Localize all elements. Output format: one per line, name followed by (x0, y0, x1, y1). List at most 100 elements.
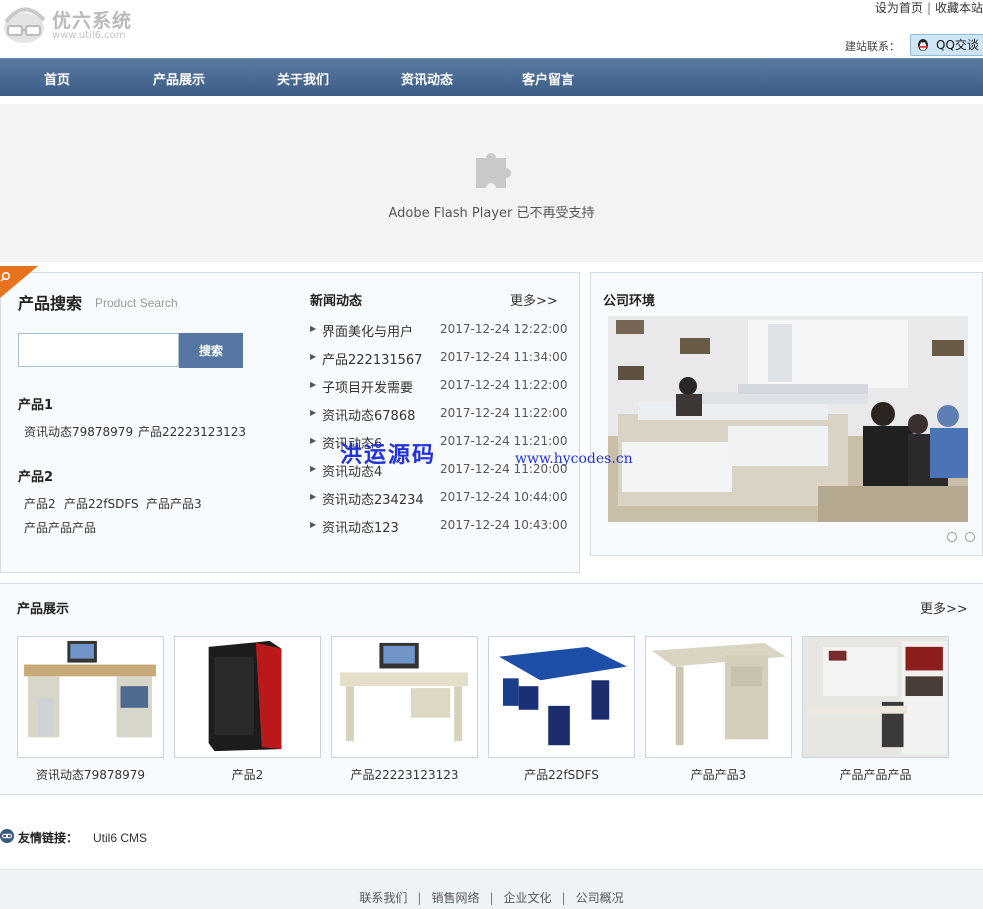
news-item[interactable]: ▶ 资讯动态67868 2017-12-24 11:22:00 (310, 405, 570, 425)
office-photo[interactable] (608, 316, 968, 522)
top-links-separator: | (926, 1, 931, 15)
category-title-2[interactable]: 产品2 (18, 466, 53, 485)
product-search-title: 产品搜索 (18, 294, 83, 313)
footer-contact-link[interactable]: 联系我们 (359, 891, 407, 905)
set-home-link[interactable]: 设为首页 (875, 1, 923, 15)
logo-mascot-icon (4, 7, 46, 43)
product-search-subtitle: Product Search (95, 296, 178, 310)
bullet-arrow-icon: ▶ (310, 520, 317, 529)
flash-unsupported-message: Adobe Flash Player 已不再受支持 (388, 206, 595, 221)
news-item-title[interactable]: 资讯动态234234 (322, 489, 424, 508)
top-links: 设为首页 | 收藏本站 (875, 0, 983, 16)
qq-chat-button[interactable]: QQ交谈 (910, 34, 983, 56)
plugin-icon (476, 153, 511, 188)
watermark-url: www.hycodes.cn (515, 451, 633, 467)
news-item-date: 2017-12-24 12:22:00 (440, 322, 568, 336)
bullet-arrow-icon: ▶ (310, 464, 317, 473)
nav-news[interactable]: 资讯动态 (401, 69, 453, 88)
news-item-title[interactable]: 资讯动态67868 (322, 405, 415, 424)
site-logo[interactable]: 优六系统 www.util6.com (0, 2, 140, 46)
qq-penguin-icon (918, 39, 928, 51)
news-item[interactable]: ▶ 界面美化与用户 2017-12-24 12:22:00 (310, 321, 570, 341)
category-link[interactable]: 产品2 (24, 495, 56, 512)
news-item[interactable]: ▶ 资讯动态123 2017-12-24 10:43:00 (310, 517, 570, 537)
footer-culture-link[interactable]: 企业文化 (504, 891, 552, 905)
products-title: 产品展示 (17, 602, 70, 617)
category-link[interactable]: 产品产品3 (146, 495, 202, 512)
nav-products[interactable]: 产品展示 (153, 69, 205, 88)
news-item-date: 2017-12-24 11:22:00 (440, 378, 568, 392)
flash-banner: Adobe Flash Player 已不再受支持 (0, 104, 983, 262)
category-link[interactable]: 资讯动态79878979 (24, 423, 133, 440)
search-input[interactable] (18, 333, 179, 367)
news-item-date: 2017-12-24 11:22:00 (440, 406, 568, 420)
product-image[interactable] (488, 636, 635, 758)
product-name[interactable]: 产品22223123123 (331, 766, 478, 783)
product-name[interactable]: 产品2 (174, 766, 321, 783)
footer-separator: | (561, 891, 566, 905)
products-more-link[interactable]: 更多>> (920, 598, 968, 617)
office-desk-image (340, 642, 468, 742)
bullet-arrow-icon: ▶ (310, 492, 317, 501)
footer-separator: | (489, 891, 494, 905)
bullet-arrow-icon: ▶ (310, 380, 317, 389)
news-item-date: 2017-12-24 10:43:00 (440, 518, 568, 532)
pc-case-image (208, 640, 282, 752)
news-item-title[interactable]: 产品222131567 (322, 349, 422, 368)
environment-title: 公司环境 (603, 294, 656, 309)
product-name[interactable]: 产品产品产品 (802, 766, 949, 783)
news-more-link[interactable]: 更多>> (510, 290, 558, 309)
news-item[interactable]: ▶ 资讯动态234234 2017-12-24 10:44:00 (310, 489, 570, 509)
news-item-title[interactable]: 资讯动态123 (322, 517, 399, 536)
footer-sales-link[interactable]: 销售网络 (431, 891, 479, 905)
contact-label: 建站联系： (845, 40, 900, 53)
news-title: 新闻动态 (310, 294, 363, 309)
category-link[interactable]: 产品22223123123 (138, 423, 246, 440)
category-link[interactable]: 产品产品产品 (24, 519, 96, 536)
category-title-1[interactable]: 产品1 (18, 394, 53, 413)
logo-url: www.util6.com (52, 30, 126, 41)
product-name[interactable]: 资讯动态79878979 (17, 766, 164, 783)
news-item[interactable]: ▶ 产品222131567 2017-12-24 11:34:00 (310, 349, 570, 369)
bookshelf-desk-image (803, 637, 948, 757)
slider-dot[interactable] (965, 532, 975, 542)
computer-desk-image (24, 640, 156, 738)
link-chain-icon (0, 829, 14, 843)
search-button[interactable]: 搜索 (179, 333, 243, 368)
news-item-title[interactable]: 界面美化与用户 (322, 321, 413, 340)
news-item-title[interactable]: 子项目开发需要 (322, 377, 413, 396)
bullet-arrow-icon: ▶ (310, 324, 317, 333)
friend-links-label: 友情链接： (18, 831, 79, 845)
steel-desk-image (652, 642, 786, 746)
product-name[interactable]: 产品产品3 (645, 766, 792, 783)
news-item-date: 2017-12-24 10:44:00 (440, 490, 568, 504)
news-item-date: 2017-12-24 11:21:00 (440, 434, 568, 448)
product-image[interactable] (17, 636, 164, 758)
watermark-text: 洪运源码 (340, 442, 437, 468)
header: 优六系统 www.util6.com 设为首页 | 收藏本站 建站联系： QQ交谈 (0, 0, 983, 58)
news-item-date: 2017-12-24 11:34:00 (440, 350, 568, 364)
product-image[interactable] (331, 636, 478, 758)
product-image[interactable] (802, 636, 949, 758)
friend-link[interactable]: Util6 CMS (93, 831, 147, 845)
category-link[interactable]: 产品22fSDFS (64, 495, 139, 512)
product-image[interactable] (174, 636, 321, 758)
logo-name: 优六系统 (52, 10, 133, 32)
slider-dot[interactable] (947, 532, 957, 542)
qq-chat-label: QQ交谈 (936, 38, 979, 52)
bookmark-link[interactable]: 收藏本站 (935, 1, 983, 15)
nav-home[interactable]: 首页 (44, 69, 70, 88)
product-name[interactable]: 产品22fSDFS (488, 766, 635, 783)
footer-links: 联系我们 | 销售网络 | 企业文化 | 公司概况 (0, 889, 983, 906)
main-nav: 首页 产品展示 关于我们 资讯动态 客户留言 (0, 58, 983, 96)
nav-messages[interactable]: 客户留言 (522, 69, 574, 88)
nav-about[interactable]: 关于我们 (277, 69, 329, 88)
product-image[interactable] (645, 636, 792, 758)
footer-overview-link[interactable]: 公司概况 (576, 891, 624, 905)
bullet-arrow-icon: ▶ (310, 408, 317, 417)
news-item[interactable]: ▶ 子项目开发需要 2017-12-24 11:22:00 (310, 377, 570, 397)
bullet-arrow-icon: ▶ (310, 436, 317, 445)
bullet-arrow-icon: ▶ (310, 352, 317, 361)
footer-separator: | (417, 891, 422, 905)
blue-table-image (499, 646, 627, 746)
